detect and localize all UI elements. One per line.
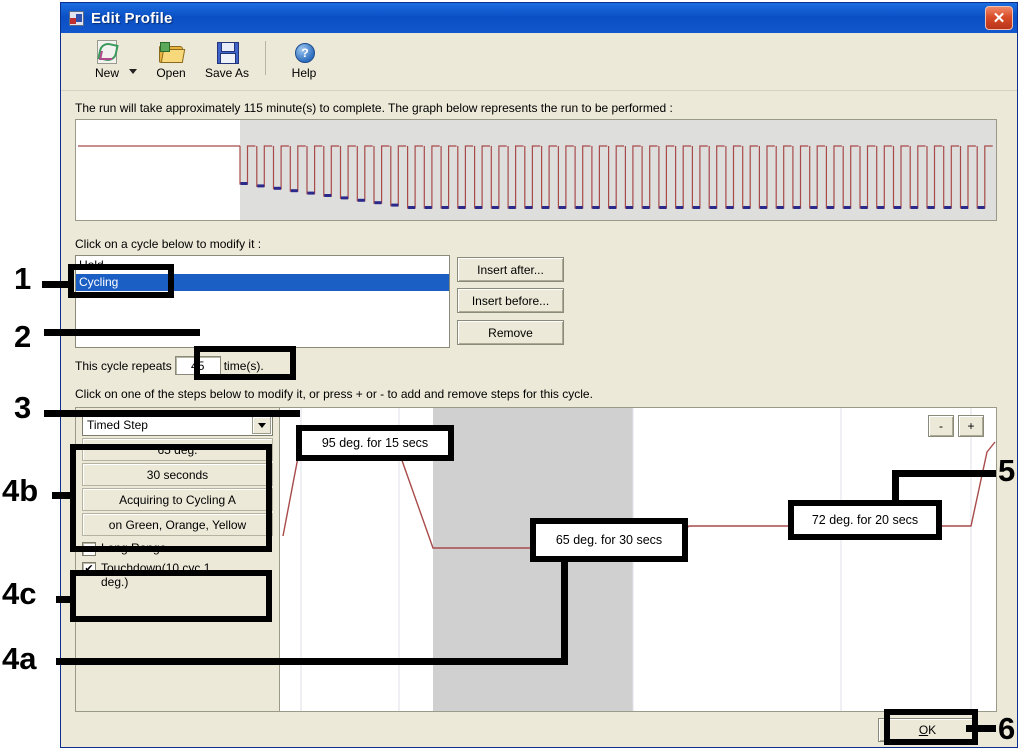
anno-4a: 4a bbox=[2, 641, 37, 676]
save-as-button-label: Save As bbox=[204, 66, 250, 80]
callout-65: 65 deg. for 30 secs bbox=[530, 518, 688, 562]
anno-4c-box bbox=[70, 570, 272, 622]
anno-2-leader bbox=[44, 329, 200, 336]
anno-1-box bbox=[68, 264, 174, 298]
anno-4c: 4c bbox=[2, 576, 37, 611]
insert-after-button[interactable]: Insert after... bbox=[457, 257, 564, 282]
callout-72: 72 deg. for 20 secs bbox=[788, 500, 942, 540]
anno-2: 2 bbox=[14, 319, 32, 354]
title-bar: Edit Profile ✕ bbox=[61, 3, 1017, 33]
run-graph bbox=[75, 119, 997, 221]
step-prompt-text: Click on one of the steps below to modif… bbox=[75, 387, 593, 401]
run-graph-svg bbox=[78, 120, 996, 220]
chevron-down-icon[interactable] bbox=[252, 416, 271, 434]
run-summary-text: The run will take approximately 115 minu… bbox=[75, 101, 673, 115]
anno-4b: 4b bbox=[2, 473, 39, 508]
remove-button[interactable]: Remove bbox=[457, 320, 564, 345]
anno-6-box bbox=[884, 709, 978, 745]
anno-1-leader bbox=[42, 281, 68, 288]
open-button[interactable]: Open bbox=[143, 39, 199, 80]
toolbar: New Open Save As ? Help bbox=[61, 33, 1017, 91]
help-button-label: Help bbox=[291, 66, 317, 80]
add-step-button[interactable]: + bbox=[958, 415, 984, 437]
anno-5-leader bbox=[892, 470, 996, 477]
new-document-icon bbox=[94, 39, 120, 65]
new-button-label: New bbox=[94, 66, 119, 80]
profile-icon bbox=[68, 10, 85, 27]
anno-4a-riser bbox=[561, 560, 568, 664]
open-button-label: Open bbox=[156, 66, 186, 80]
chevron-down-icon[interactable] bbox=[129, 69, 137, 74]
insert-before-button[interactable]: Insert before... bbox=[457, 288, 564, 313]
window-title: Edit Profile bbox=[91, 9, 173, 27]
anno-4a-leader bbox=[56, 658, 568, 665]
toolbar-separator bbox=[265, 41, 266, 75]
callout-95: 95 deg. for 15 secs bbox=[296, 425, 454, 461]
anno-3-leader bbox=[44, 410, 300, 417]
open-folder-icon bbox=[158, 39, 186, 65]
anno-2-box bbox=[194, 346, 296, 380]
repeat-prefix-label: This cycle repeats bbox=[75, 358, 172, 373]
close-icon[interactable]: ✕ bbox=[985, 6, 1013, 30]
remove-step-button[interactable]: - bbox=[928, 415, 954, 437]
help-question-icon: ? bbox=[291, 39, 317, 65]
anno-6: 6 bbox=[998, 711, 1016, 746]
step-type-value: Timed Step bbox=[87, 418, 148, 432]
help-button[interactable]: ? Help bbox=[276, 39, 332, 80]
cycle-prompt-text: Click on a cycle below to modify it : bbox=[75, 237, 262, 251]
step-type-select[interactable]: Timed Step bbox=[82, 414, 273, 436]
anno-5: 5 bbox=[998, 453, 1016, 488]
anno-3: 3 bbox=[14, 390, 32, 425]
anno-1: 1 bbox=[14, 261, 32, 296]
anno-4b-box bbox=[70, 444, 272, 552]
save-as-button[interactable]: Save As bbox=[199, 39, 255, 80]
new-button[interactable]: New bbox=[79, 39, 135, 80]
floppy-disk-icon bbox=[214, 39, 240, 65]
